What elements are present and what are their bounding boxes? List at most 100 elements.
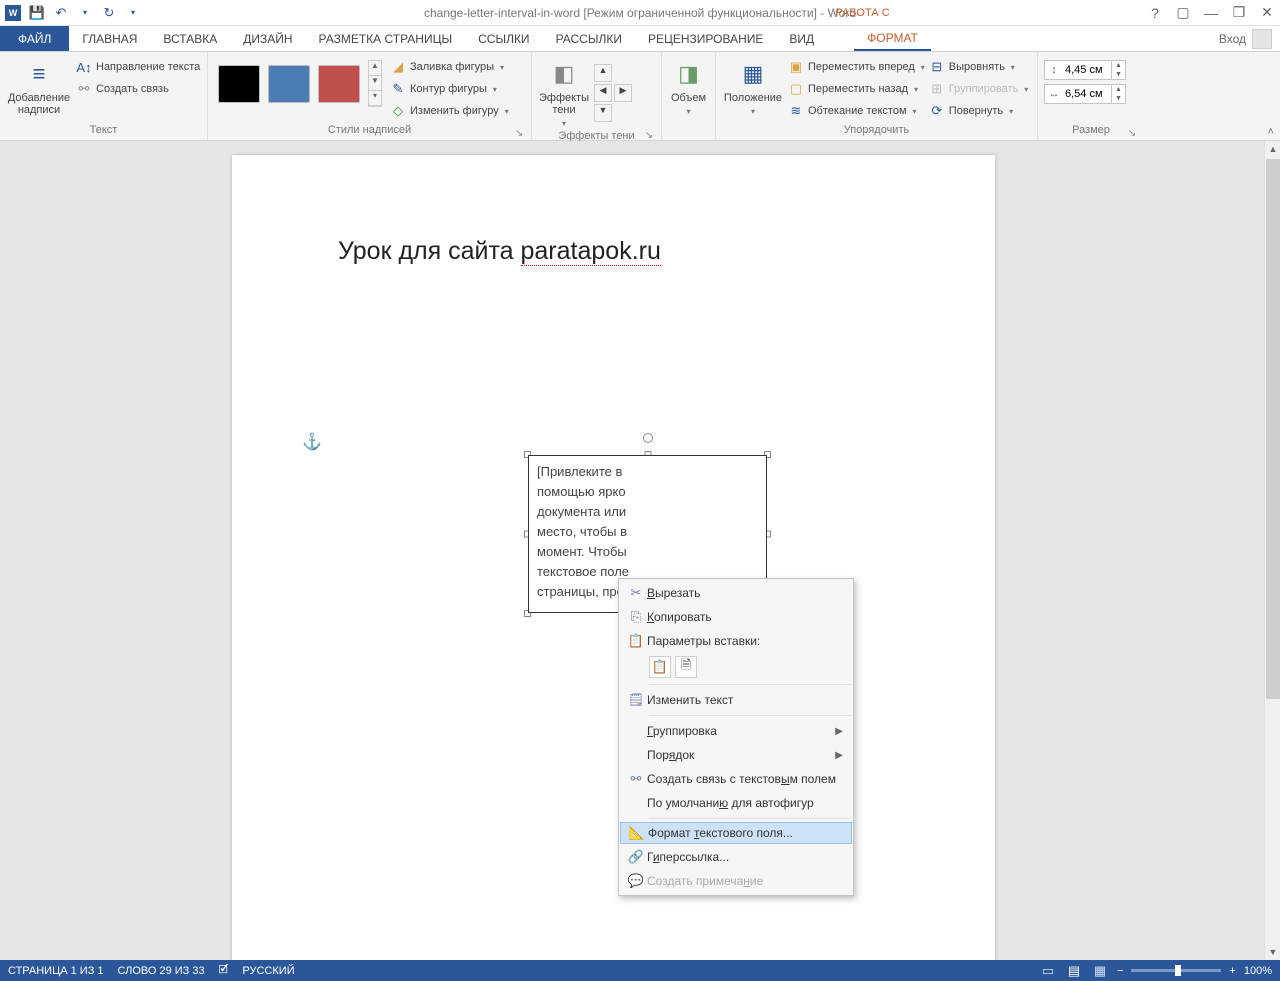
help-icon[interactable]: ? — [1146, 5, 1164, 21]
vertical-scrollbar[interactable]: ▲ ▼ — [1264, 141, 1280, 960]
scissors-icon: ✂ — [625, 585, 647, 601]
volume-button[interactable]: ◨ Объем ▾ — [668, 54, 709, 118]
width-up[interactable]: ▲ — [1112, 85, 1125, 94]
zoom-slider[interactable] — [1131, 969, 1221, 972]
tab-layout[interactable]: РАЗМЕТКА СТРАНИЦЫ — [306, 26, 466, 51]
web-layout-icon[interactable]: ▦ — [1091, 962, 1109, 980]
paste-option-1[interactable]: 📋 — [649, 656, 671, 678]
status-lang[interactable]: РУССКИЙ — [242, 965, 294, 977]
textbox-icon: ≡ — [23, 58, 55, 90]
send-backward-icon: ▢ — [788, 81, 804, 97]
textbox-line: документа или — [537, 502, 758, 522]
tab-design[interactable]: ДИЗАЙН — [230, 26, 305, 51]
bring-forward-button[interactable]: ▣Переместить вперед▾ — [788, 56, 925, 78]
page-heading[interactable]: Урок для сайта paratapok.ru — [338, 237, 661, 266]
height-input[interactable] — [1063, 64, 1111, 76]
read-mode-icon[interactable]: ▭ — [1039, 962, 1057, 980]
shape-outline-button[interactable]: ✎Контур фигуры▾ — [390, 78, 509, 100]
change-shape-button[interactable]: ◇Изменить фигуру▾ — [390, 100, 509, 122]
group-text: ≡ Добавление надписи A↕ Направление текс… — [0, 52, 208, 140]
menu-create-textbox-link[interactable]: ⚯Создать связь с текстовым полем — [619, 767, 853, 791]
menu-copy[interactable]: ⎘Копировать — [619, 605, 853, 629]
send-backward-button[interactable]: ▢Переместить назад▾ — [788, 78, 925, 100]
minimize-icon[interactable]: — — [1202, 5, 1220, 21]
zoom-out-icon[interactable]: − — [1117, 965, 1123, 977]
style-swatch-black[interactable] — [218, 65, 260, 103]
zoom-percent[interactable]: 100% — [1244, 965, 1272, 977]
ribbon-display-options-icon[interactable]: ▢ — [1174, 4, 1192, 21]
styles-dialog-launcher-icon[interactable]: ↘ — [513, 128, 525, 140]
style-swatch-blue[interactable] — [268, 65, 310, 103]
create-link-button[interactable]: ⚯ Создать связь — [76, 78, 200, 100]
paste-option-2[interactable]: 🗎 — [675, 656, 697, 678]
collapse-ribbon-icon[interactable]: ˄ — [1268, 126, 1274, 138]
shadow-effects-label: Эффекты тени — [538, 92, 590, 116]
page[interactable]: Урок для сайта paratapok.ru ⚓ [Привлекит… — [232, 155, 995, 960]
menu-order[interactable]: Порядок▶ — [619, 743, 853, 767]
text-direction-button[interactable]: A↕ Направление текста — [76, 56, 200, 78]
shadow-nudge-right[interactable]: ▶ — [614, 84, 632, 102]
print-layout-icon[interactable]: ▤ — [1065, 962, 1083, 980]
restore-icon[interactable]: ❐ — [1230, 4, 1248, 21]
add-caption-button[interactable]: ≡ Добавление надписи — [6, 54, 72, 116]
menu-default-autoshapes[interactable]: По умолчанию для автофигур — [619, 791, 853, 815]
menu-cut[interactable]: ✂Вырезать — [619, 581, 853, 605]
create-link-label: Создать связь — [96, 83, 169, 95]
tab-format[interactable]: ФОРМАТ — [854, 26, 931, 51]
width-input[interactable] — [1063, 88, 1111, 100]
align-label: Выровнять — [949, 61, 1005, 73]
height-down[interactable]: ▼ — [1112, 70, 1125, 79]
align-button[interactable]: ⊟Выровнять▾ — [929, 56, 1029, 78]
close-icon[interactable]: ✕ — [1258, 4, 1276, 21]
tab-home[interactable]: ГЛАВНАЯ — [69, 26, 150, 51]
size-dialog-launcher-icon[interactable]: ↘ — [1126, 128, 1138, 140]
save-icon[interactable]: 💾 — [28, 4, 46, 22]
group-volume: ◨ Объем ▾ — [662, 52, 716, 140]
width-down[interactable]: ▼ — [1112, 94, 1125, 103]
proofing-icon[interactable]: 🗹 — [219, 961, 229, 980]
menu-format-textbox[interactable]: 📐Формат текстового поля... — [620, 822, 852, 844]
tab-review[interactable]: РЕЦЕНЗИРОВАНИЕ — [635, 26, 776, 51]
group-size-label: Размер — [1072, 124, 1110, 136]
status-words[interactable]: СЛОВО 29 ИЗ 33 — [118, 965, 205, 977]
group-icon: ⊞ — [929, 81, 945, 97]
context-menu: ✂Вырезать ⎘Копировать 📋Параметры вставки… — [618, 578, 854, 896]
style-gallery[interactable]: ▲▼▾ — [214, 54, 386, 113]
scroll-thumb[interactable] — [1266, 159, 1280, 699]
height-spinner[interactable]: ↕ ▲▼ — [1044, 60, 1126, 80]
zoom-thumb[interactable] — [1175, 965, 1181, 976]
rotate-button[interactable]: ⟳Повернуть▾ — [929, 100, 1029, 122]
rotate-label: Повернуть — [949, 105, 1003, 117]
zoom-in-icon[interactable]: + — [1229, 965, 1235, 977]
scroll-up-icon[interactable]: ▲ — [1265, 141, 1280, 157]
width-spinner[interactable]: ↔ ▲▼ — [1044, 84, 1126, 104]
shadow-nudge-down[interactable]: ▼ — [594, 104, 612, 122]
submenu-arrow-icon: ▶ — [835, 726, 843, 737]
menu-hyperlink[interactable]: 🔗Гиперссылка... — [619, 845, 853, 869]
tab-view[interactable]: ВИД — [776, 26, 827, 51]
rotate-handle[interactable] — [643, 433, 653, 443]
tab-references[interactable]: ССЫЛКИ — [465, 26, 542, 51]
undo-dropdown-icon[interactable]: ▾ — [76, 4, 94, 22]
gallery-scroll[interactable]: ▲▼▾ — [368, 60, 382, 107]
status-page[interactable]: СТРАНИЦА 1 ИЗ 1 — [8, 965, 104, 977]
style-swatch-red[interactable] — [318, 65, 360, 103]
undo-icon[interactable]: ↶ — [52, 4, 70, 22]
tab-insert[interactable]: ВСТАВКА — [150, 26, 230, 51]
shadow-nudge-up[interactable]: ▲ — [594, 64, 612, 82]
login-area[interactable]: Вход — [1219, 26, 1272, 51]
shadow-nudge-left[interactable]: ◀ — [594, 84, 612, 102]
redo-icon[interactable]: ↻ — [100, 4, 118, 22]
scroll-down-icon[interactable]: ▼ — [1265, 944, 1280, 960]
menu-grouping[interactable]: Группировка▶ — [619, 719, 853, 743]
shape-fill-button[interactable]: ◢Заливка фигуры▾ — [390, 56, 509, 78]
menu-edit-text[interactable]: 🗒Изменить текст — [619, 688, 853, 712]
hyperlink-icon: 🔗 — [625, 849, 647, 865]
position-button[interactable]: ▦ Положение ▾ — [722, 54, 784, 118]
qat-customize-icon[interactable]: ▾ — [124, 4, 142, 22]
shadow-effects-button[interactable]: ◧ Эффекты тени ▾ — [538, 54, 590, 130]
tab-file[interactable]: ФАЙЛ — [0, 26, 69, 51]
text-wrap-button[interactable]: ≋Обтекание текстом▾ — [788, 100, 925, 122]
tab-mailings[interactable]: РАССЫЛКИ — [543, 26, 635, 51]
height-up[interactable]: ▲ — [1112, 61, 1125, 70]
